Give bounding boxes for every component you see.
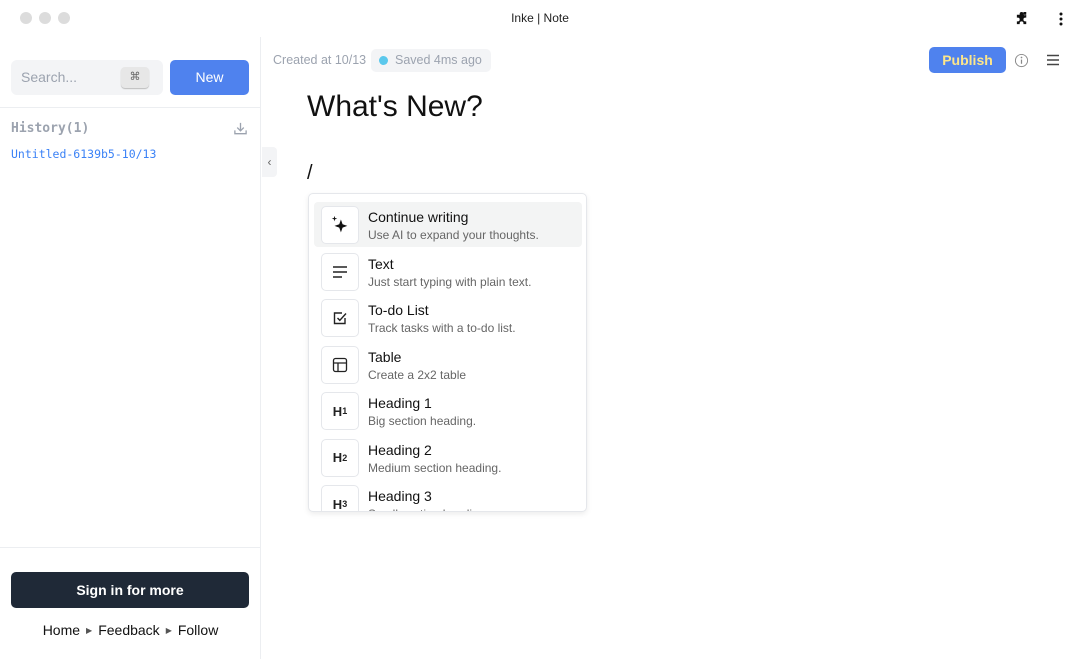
history-item[interactable]: Untitled-6139b5-10/13 bbox=[11, 147, 156, 161]
separator-icon: ▶ bbox=[86, 626, 93, 635]
menu-item-heading-1[interactable]: H 1 Heading 1 Big section heading. bbox=[314, 388, 582, 433]
menu-item-description: Use AI to expand your thoughts. bbox=[368, 228, 539, 242]
checkbox-icon bbox=[321, 299, 359, 337]
sidebar: ⌘ New History(1) Untitled-6139b5-10/13 S… bbox=[0, 37, 261, 659]
download-icon[interactable] bbox=[233, 121, 248, 136]
menu-item-title: To-do List bbox=[368, 302, 429, 318]
menu-item-to-do-list[interactable]: To-do List Track tasks with a to-do list. bbox=[314, 295, 582, 340]
heading-3-icon: H3 bbox=[321, 485, 359, 511]
created-date: Created at 10/13 bbox=[273, 53, 367, 67]
menu-item-description: Medium section heading. bbox=[368, 460, 502, 475]
sign-in-button[interactable]: Sign in for more bbox=[11, 572, 249, 608]
home-link[interactable]: Home bbox=[43, 622, 80, 638]
menu-item-heading-2[interactable]: H 2 Heading 2 Medium section heading. bbox=[314, 435, 582, 480]
separator-icon: ▶ bbox=[165, 626, 172, 635]
feedback-link[interactable]: Feedback bbox=[98, 622, 159, 638]
menu-item-description: Just start typing with plain text. bbox=[368, 274, 532, 289]
chevron-left-icon: ‹ bbox=[267, 155, 272, 169]
menu-item-title: Heading 2 bbox=[368, 441, 432, 458]
status-dot-icon bbox=[379, 56, 388, 65]
menu-item-description: Big section heading. bbox=[368, 414, 477, 428]
menu-item-title: Table bbox=[368, 348, 402, 365]
heading-2-icon: H2 bbox=[321, 438, 359, 477]
search-input[interactable] bbox=[21, 69, 121, 85]
menu-item-description: Track tasks with a to-do list. bbox=[368, 321, 516, 335]
divider bbox=[0, 107, 261, 108]
search-box[interactable]: ⌘ bbox=[11, 60, 163, 95]
menu-item-title: Continue writing bbox=[368, 209, 469, 225]
save-status-text: Saved 4ms ago bbox=[395, 53, 482, 67]
collapse-sidebar-button[interactable]: ‹ bbox=[262, 147, 277, 177]
follow-link[interactable]: Follow bbox=[178, 622, 218, 638]
title-bar: Inke | Note bbox=[0, 0, 1080, 37]
menu-item-continue-writing[interactable]: Continue writing Use AI to expand your th… bbox=[314, 202, 582, 247]
menu-item-text[interactable]: Text Just start typing with plain text. bbox=[314, 249, 582, 294]
document-title[interactable]: What's New? bbox=[307, 90, 483, 124]
heading-1-icon: H1 bbox=[321, 392, 359, 430]
slash-command-menu: Continue writing Use AI to expand your th… bbox=[308, 193, 587, 512]
menu-item-table[interactable]: Table Create a 2x2 table bbox=[314, 342, 582, 387]
window-title: Inke | Note bbox=[511, 11, 569, 25]
divider bbox=[0, 547, 261, 548]
menu-item-title: Heading 3 bbox=[368, 488, 432, 504]
publish-button[interactable]: Publish bbox=[929, 47, 1006, 73]
shortcut-key: ⌘ bbox=[121, 67, 149, 88]
menu-item-title: Text bbox=[368, 255, 394, 272]
menu-item-description: Create a 2x2 table bbox=[368, 367, 467, 382]
text-lines-icon bbox=[321, 252, 359, 291]
menu-item-title: Heading 1 bbox=[368, 395, 432, 411]
menu-item-description: Small section heading. bbox=[368, 507, 489, 511]
table-icon bbox=[321, 345, 359, 384]
more-vertical-icon[interactable] bbox=[1058, 11, 1064, 27]
footer-links: Home ▶ Feedback ▶ Follow bbox=[0, 622, 261, 638]
save-status-badge: Saved 4ms ago bbox=[371, 49, 491, 72]
sparkles-icon bbox=[321, 206, 359, 244]
menu-item-heading-3[interactable]: H3 Heading 3 Small section heading. bbox=[314, 481, 582, 511]
editor-content[interactable]: / bbox=[307, 162, 313, 185]
extension-puzzle-icon[interactable] bbox=[1015, 11, 1030, 26]
info-icon[interactable] bbox=[1014, 53, 1029, 68]
new-button[interactable]: New bbox=[170, 60, 249, 95]
history-heading: History(1) bbox=[11, 121, 90, 136]
menu-icon[interactable] bbox=[1046, 54, 1060, 66]
